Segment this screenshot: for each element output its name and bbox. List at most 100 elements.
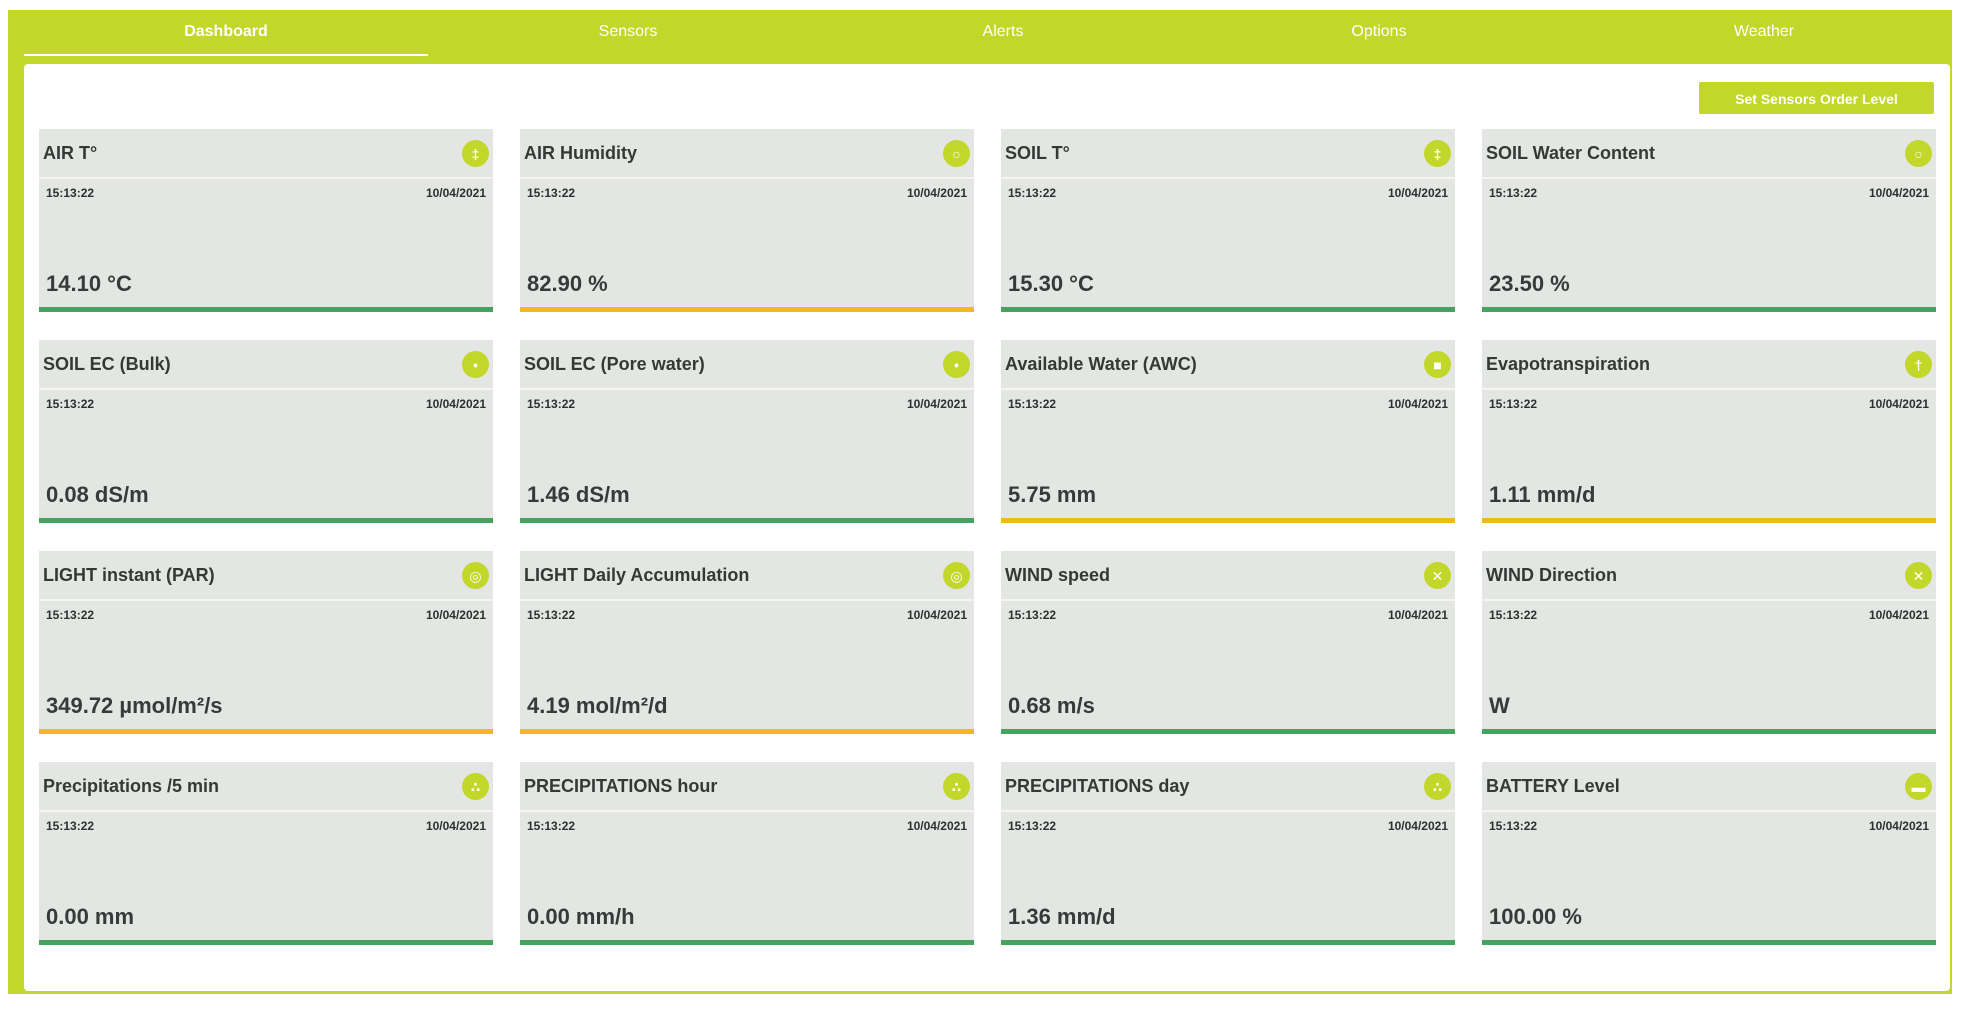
card-title: Available Water (AWC) <box>1005 354 1197 374</box>
light-icon: ◎ <box>462 562 489 589</box>
card-header: AIR Humidity ○ <box>520 129 974 179</box>
conductivity-icon: • <box>462 351 489 378</box>
card-title: AIR T° <box>43 143 98 163</box>
card-title: WIND Direction <box>1486 565 1618 585</box>
card-time: 15:13:22 <box>1489 186 1538 200</box>
card-value: 0.00 mm/h <box>527 904 635 929</box>
card-date: 10/04/2021 <box>425 819 486 833</box>
card-title: LIGHT instant (PAR) <box>43 565 215 585</box>
card-header: Available Water (AWC) ■ <box>1001 340 1455 390</box>
card-time: 15:13:22 <box>527 186 576 200</box>
card-time: 15:13:22 <box>1008 608 1057 622</box>
card-value: 1.11 mm/d <box>1489 482 1596 507</box>
card-date: 10/04/2021 <box>1387 397 1448 411</box>
card-value: 5.75 mm <box>1008 482 1097 507</box>
card-header: BATTERY Level ▬ <box>1482 762 1936 812</box>
card-header: AIR T° ‡ <box>39 129 493 179</box>
card-title: PRECIPITATIONS day <box>1005 776 1190 796</box>
tab-dashboard[interactable]: Dashboard <box>24 20 428 56</box>
card-value: W <box>1489 693 1510 718</box>
set-sensors-order-button[interactable]: Set Sensors Order Level <box>1699 82 1934 114</box>
card-date: 10/04/2021 <box>425 608 486 622</box>
rain-icon: ∴ <box>462 773 489 800</box>
card-header: PRECIPITATIONS day ∴ <box>1001 762 1455 812</box>
card-title: Evapotranspiration <box>1486 354 1651 374</box>
battery-icon: ▬ <box>1905 773 1932 800</box>
conductivity-icon: • <box>943 351 970 378</box>
sensor-card[interactable]: WIND speed ✕ 15:13:22 10/04/2021 0.68 m/… <box>1001 551 1455 734</box>
card-date: 10/04/2021 <box>906 397 967 411</box>
card-title: SOIL Water Content <box>1486 143 1656 163</box>
card-title: SOIL EC (Pore water) <box>524 354 705 374</box>
card-title: Precipitations /5 min <box>43 776 220 796</box>
card-time: 15:13:22 <box>1008 186 1057 200</box>
card-title: AIR Humidity <box>524 143 638 163</box>
card-time: 15:13:22 <box>1489 819 1538 833</box>
sensor-card[interactable]: Available Water (AWC) ■ 15:13:22 10/04/2… <box>1001 340 1455 523</box>
tab-sensors[interactable]: Sensors <box>528 20 728 54</box>
card-header: SOIL EC (Pore water) • <box>520 340 974 390</box>
rain-icon: ∴ <box>1424 773 1451 800</box>
sensor-card[interactable]: SOIL EC (Bulk) • 15:13:22 10/04/2021 0.0… <box>39 340 493 523</box>
card-value: 82.90 % <box>527 271 608 296</box>
sensor-card[interactable]: LIGHT Daily Accumulation ◎ 15:13:22 10/0… <box>520 551 974 734</box>
sensor-card[interactable]: PRECIPITATIONS day ∴ 15:13:22 10/04/2021… <box>1001 762 1455 945</box>
sensor-card[interactable]: Evapotranspiration † 15:13:22 10/04/2021… <box>1482 340 1936 523</box>
card-header: SOIL Water Content ○ <box>1482 129 1936 179</box>
card-title: BATTERY Level <box>1486 776 1620 796</box>
sensor-card[interactable]: SOIL EC (Pore water) • 15:13:22 10/04/20… <box>520 340 974 523</box>
sensor-card[interactable]: Precipitations /5 min ∴ 15:13:22 10/04/2… <box>39 762 493 945</box>
thermometer-icon: ‡ <box>1424 140 1451 167</box>
thermometer-icon: ‡ <box>462 140 489 167</box>
card-header: Evapotranspiration † <box>1482 340 1936 390</box>
wind-icon: ✕ <box>1905 562 1932 589</box>
card-time: 15:13:22 <box>1008 397 1057 411</box>
card-time: 15:13:22 <box>527 608 576 622</box>
sensor-card[interactable]: WIND Direction ✕ 15:13:22 10/04/2021 W <box>1482 551 1936 734</box>
card-title: WIND speed <box>1005 565 1111 585</box>
card-value: 0.08 dS/m <box>46 482 149 507</box>
card-date: 10/04/2021 <box>1387 819 1448 833</box>
card-title: SOIL EC (Bulk) <box>43 354 171 374</box>
card-header: WIND speed ✕ <box>1001 551 1455 601</box>
card-time: 15:13:22 <box>46 397 95 411</box>
card-time: 15:13:22 <box>527 819 576 833</box>
card-value: 14.10 °C <box>46 271 132 296</box>
light-icon: ◎ <box>943 562 970 589</box>
sensor-card[interactable]: BATTERY Level ▬ 15:13:22 10/04/2021 100.… <box>1482 762 1936 945</box>
sensor-card[interactable]: SOIL Water Content ○ 15:13:22 10/04/2021… <box>1482 129 1936 312</box>
card-date: 10/04/2021 <box>1868 608 1929 622</box>
card-date: 10/04/2021 <box>1868 819 1929 833</box>
water-tank-icon: ■ <box>1424 351 1451 378</box>
card-header: LIGHT instant (PAR) ◎ <box>39 551 493 601</box>
card-value: 0.00 mm <box>46 904 135 929</box>
dashboard-panel: Set Sensors Order Level AIR T° ‡ 15:13:2… <box>24 64 1950 991</box>
sensor-card[interactable]: AIR T° ‡ 15:13:22 10/04/2021 14.10 °C <box>39 129 493 312</box>
card-time: 15:13:22 <box>527 397 576 411</box>
card-value: 23.50 % <box>1489 271 1570 296</box>
sensor-card[interactable]: PRECIPITATIONS hour ∴ 15:13:22 10/04/202… <box>520 762 974 945</box>
tab-alerts[interactable]: Alerts <box>903 20 1103 54</box>
card-time: 15:13:22 <box>1489 608 1538 622</box>
tab-options[interactable]: Options <box>1279 20 1479 54</box>
card-date: 10/04/2021 <box>906 608 967 622</box>
tab-weather[interactable]: Weather <box>1664 20 1864 54</box>
sensor-card[interactable]: SOIL T° ‡ 15:13:22 10/04/2021 15.30 °C <box>1001 129 1455 312</box>
card-value: 100.00 % <box>1489 904 1582 929</box>
card-time: 15:13:22 <box>46 608 95 622</box>
card-date: 10/04/2021 <box>1868 397 1929 411</box>
card-time: 15:13:22 <box>46 819 95 833</box>
sensor-card[interactable]: LIGHT instant (PAR) ◎ 15:13:22 10/04/202… <box>39 551 493 734</box>
plant-icon: † <box>1905 351 1932 378</box>
sensor-card[interactable]: AIR Humidity ○ 15:13:22 10/04/2021 82.90… <box>520 129 974 312</box>
card-value: 0.68 m/s <box>1008 693 1095 718</box>
card-time: 15:13:22 <box>1489 397 1538 411</box>
card-date: 10/04/2021 <box>906 186 967 200</box>
card-date: 10/04/2021 <box>425 186 486 200</box>
card-value: 1.36 mm/d <box>1008 904 1116 929</box>
card-date: 10/04/2021 <box>1868 186 1929 200</box>
card-time: 15:13:22 <box>46 186 95 200</box>
card-time: 15:13:22 <box>1008 819 1057 833</box>
drop-icon: ○ <box>943 140 970 167</box>
rain-icon: ∴ <box>943 773 970 800</box>
